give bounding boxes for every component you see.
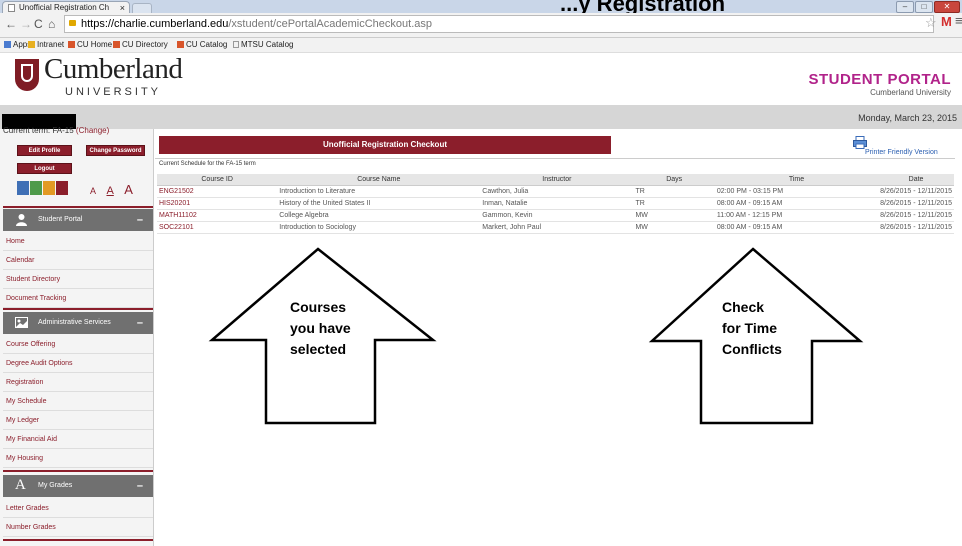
annotation-line: you have	[290, 320, 351, 336]
annotation-line: Courses	[290, 299, 347, 315]
annotation-arrows	[208, 247, 864, 425]
annotation-line: Conflicts	[722, 341, 782, 357]
annotation-line: selected	[290, 341, 347, 357]
annotation-line: Check	[722, 299, 765, 315]
right-annotation-text: Check for Time Conflicts	[722, 297, 782, 360]
annotation-line: for Time	[722, 320, 777, 336]
left-annotation-text: Courses you have selected	[290, 297, 351, 360]
